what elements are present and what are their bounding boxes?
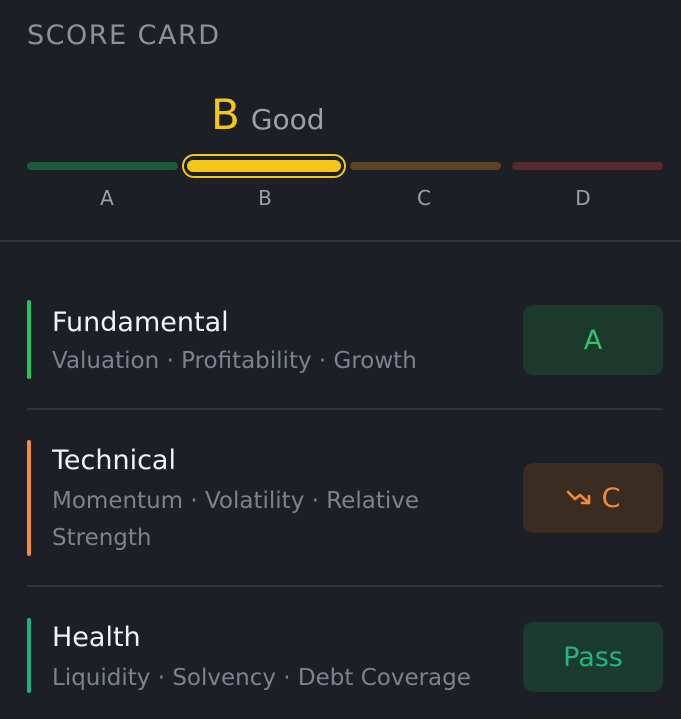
technical-grade-value: C	[601, 482, 621, 514]
score-row-fundamental[interactable]: Fundamental Valuation · Profitability · …	[27, 300, 663, 380]
fundamental-title: Fundamental	[52, 307, 229, 338]
overall-grade-letter: B	[211, 90, 240, 139]
header-divider	[0, 240, 681, 242]
health-status-badge: Pass	[523, 622, 663, 692]
grade-scale-label-a: A	[100, 186, 114, 210]
fundamental-subtitle: Valuation · Profitability · Growth	[52, 348, 417, 374]
technical-title: Technical	[52, 445, 176, 476]
fundamental-grade-value: A	[583, 324, 603, 356]
technical-grade-badge: C	[523, 463, 663, 533]
grade-scale-label-c: C	[417, 186, 431, 210]
fundamental-grade-badge: A	[523, 305, 663, 375]
grade-scale	[27, 154, 663, 178]
grade-scale-segment-c	[350, 162, 501, 170]
health-title: Health	[52, 622, 141, 653]
score-card-title: SCORE CARD	[27, 20, 221, 51]
overall-grade: B Good	[211, 92, 325, 138]
fundamental-accent-bar	[27, 300, 31, 379]
grade-scale-segment-d	[512, 162, 663, 170]
grade-scale-label-b: B	[258, 186, 272, 210]
overall-grade-label: Good	[250, 103, 325, 136]
score-row-health[interactable]: Health Liquidity · Solvency · Debt Cover…	[27, 618, 663, 694]
grade-scale-segment-a	[27, 162, 178, 170]
technical-subtitle: Momentum · Volatility · Relative Strengt…	[52, 488, 419, 551]
score-row-technical[interactable]: Technical Momentum · Volatility · Relati…	[27, 440, 663, 558]
grade-scale-label-d: D	[575, 186, 591, 210]
row-divider	[27, 408, 663, 410]
health-subtitle: Liquidity · Solvency · Debt Coverage	[52, 665, 471, 691]
technical-accent-bar	[27, 440, 31, 556]
health-accent-bar	[27, 618, 31, 693]
health-status-value: Pass	[563, 641, 623, 673]
trending-down-icon	[566, 490, 590, 505]
row-divider	[27, 585, 663, 587]
grade-scale-segment-b-selected	[182, 154, 346, 178]
